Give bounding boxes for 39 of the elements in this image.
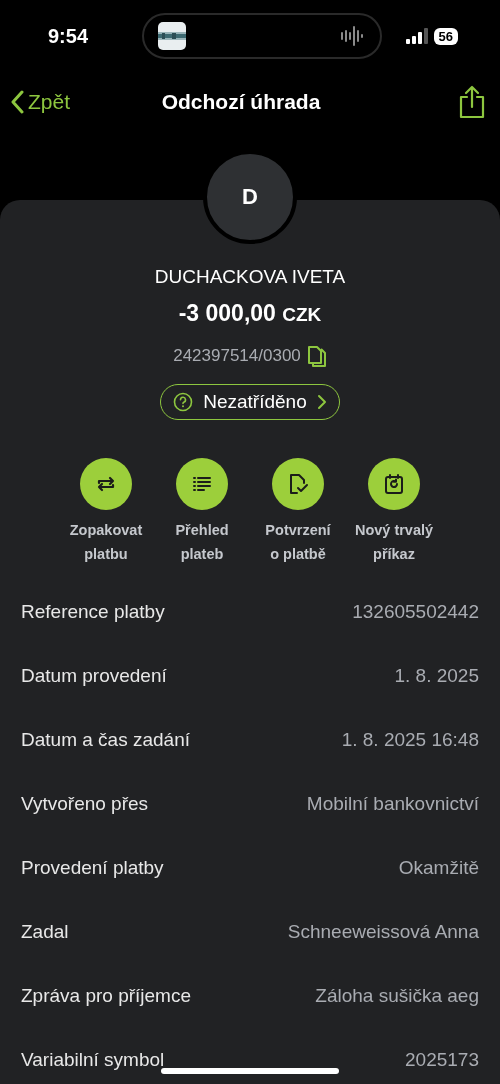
chevron-left-icon [10,90,24,114]
action-button[interactable] [176,458,228,510]
share-icon[interactable] [458,85,486,119]
question-icon [173,392,194,412]
clock-time: 9:54 [48,24,90,48]
action-label[interactable]: Zopakovat platbu [69,518,143,566]
screen-title: Odchozí úhrada [161,90,321,114]
detail-label: Datum provedení [21,665,167,687]
chevron-right-icon [316,394,327,410]
detail-value: Schneeweissová Anna [287,921,479,943]
payee-name: DUCHACKOVA IVETA [154,266,346,289]
detail-label: Reference platby [21,601,165,623]
action-button[interactable] [272,458,324,510]
detail-label: Zpráva pro příjemce [21,985,191,1007]
calendar-refresh-icon [382,472,406,496]
action-button[interactable] [368,458,420,510]
detail-value: 132605502442 [352,601,479,623]
account-number: 242397514/0300 [173,346,301,366]
waveform-icon [339,24,366,48]
detail-value: 2025173 [405,1049,479,1071]
signal-icon [405,28,428,44]
detail-label: Provedení platby [21,857,164,879]
detail-label: Datum a čas zadání [21,729,190,751]
action-button[interactable] [80,458,132,510]
copy-icon[interactable] [306,344,327,368]
back-button[interactable]: Zpět [10,90,71,114]
detail-label: Variabilní symbol [21,1049,165,1071]
battery-level: 56 [433,27,458,45]
action-label[interactable]: Potvrzení o platbě [265,518,331,566]
detail-value: 1. 8. 2025 [394,665,479,687]
detail-label: Vytvořeno přes [21,793,149,815]
detail-value: Okamžitě [398,857,479,879]
payment-amount: -3 000,00 CZK [178,300,322,328]
detail-value: 1. 8. 2025 16:48 [341,729,479,751]
detail-label: Zadal [21,921,69,943]
action-label[interactable]: Přehled plateb [175,518,229,566]
action-label[interactable]: Nový trvalý příkaz [354,518,434,566]
detail-value: Mobilní bankovnictví [306,793,479,815]
detail-value: Záloha sušička aeg [315,985,479,1007]
